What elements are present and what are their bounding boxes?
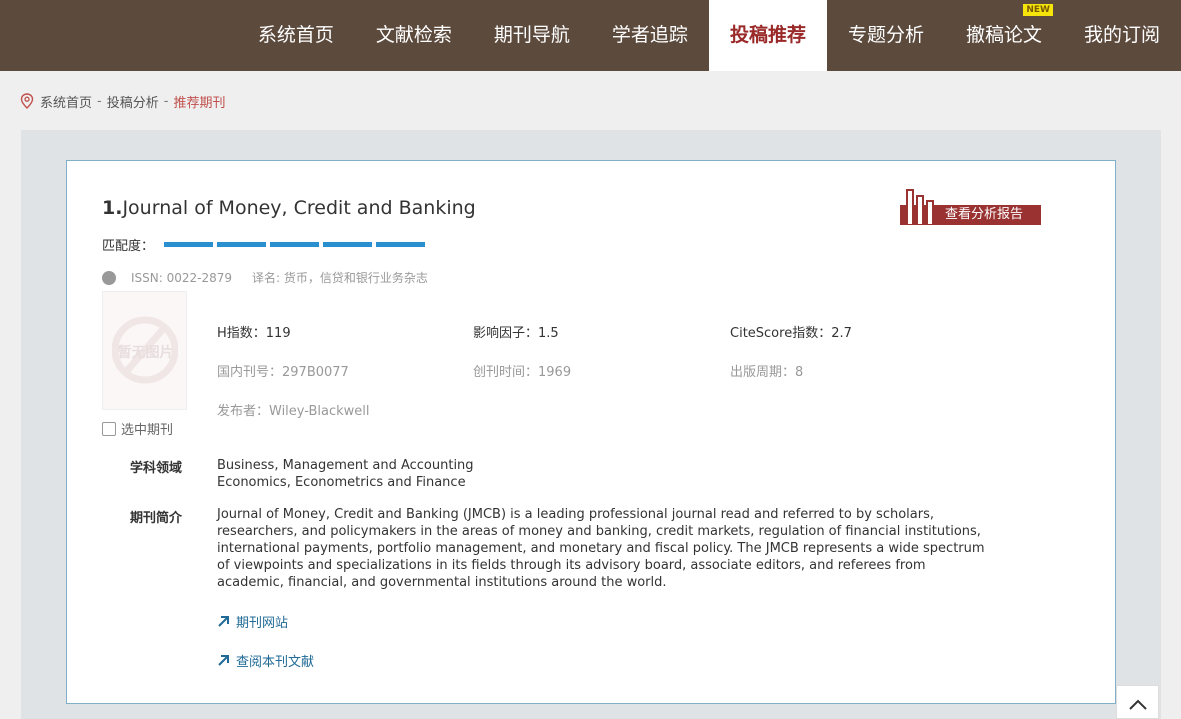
view-analysis-report-label: 查看分析报告 xyxy=(945,207,1024,222)
checkbox-icon xyxy=(102,421,116,436)
match-bar-segment xyxy=(164,242,214,247)
match-degree-bars xyxy=(164,242,429,247)
arrow-up-right-icon xyxy=(218,616,229,627)
subject-item: Business, Management and Accounting xyxy=(217,458,474,473)
translated-name: 译名: 货币，信贷和银行业务杂志 xyxy=(252,271,428,285)
nav-retracted-papers-label: 撤稿论文 xyxy=(965,24,1042,46)
subject-item: Economics, Econometrics and Finance xyxy=(217,475,466,490)
view-articles-label: 查阅本刊文献 xyxy=(236,655,315,670)
nav-journal-navigation[interactable]: 期刊导航 xyxy=(473,0,591,71)
nav-topic-analysis[interactable]: 专题分析 xyxy=(827,0,945,71)
journal-website-link[interactable]: 期刊网站 xyxy=(217,612,288,631)
chevron-up-icon xyxy=(1129,699,1147,710)
arrow-up-right-icon xyxy=(218,655,229,666)
status-dot-icon xyxy=(102,270,116,285)
citescore: CiteScore指数：2.7 xyxy=(730,326,852,341)
journal-card: 1.Journal of Money, Credit and Banking 查… xyxy=(66,160,1116,704)
breadcrumb-parent[interactable]: 投稿分析 xyxy=(107,92,159,111)
match-bar-segment xyxy=(376,242,426,247)
breadcrumb-separator: - xyxy=(97,93,102,109)
publication-period: 出版周期：8 xyxy=(730,365,804,380)
back-to-top-button[interactable] xyxy=(1116,685,1159,719)
breadcrumb-current: 推荐期刊 xyxy=(173,95,226,111)
impact-factor: 影响因子：1.5 xyxy=(473,326,559,341)
journal-name[interactable]: Journal of Money, Credit and Banking xyxy=(122,197,475,219)
journal-website-label: 期刊网站 xyxy=(236,616,289,631)
journal-intro: Journal of Money, Credit and Banking (JM… xyxy=(217,507,985,590)
journal-cover: 暂无图片 xyxy=(102,291,187,410)
match-bar-segment xyxy=(323,242,373,247)
journal-index: 1. xyxy=(102,197,123,219)
location-pin-icon xyxy=(20,93,34,109)
select-journal-checkbox[interactable]: 选中期刊 xyxy=(102,419,173,438)
issn: ISSN: 0022-2879 xyxy=(131,270,233,285)
subject-label: 学科领域 xyxy=(130,461,183,476)
founded-year: 创刊时间：1969 xyxy=(473,365,572,380)
new-badge: NEW xyxy=(1023,4,1053,16)
nav-scholar-tracking[interactable]: 学者追踪 xyxy=(591,0,709,71)
journal-title: 1.Journal of Money, Credit and Banking xyxy=(102,197,476,219)
nav-literature-search[interactable]: 文献检索 xyxy=(355,0,473,71)
nav-submission-recommend[interactable]: 投稿推荐 xyxy=(708,0,827,71)
publisher: 发布者：Wiley-Blackwell xyxy=(217,404,370,419)
h-index: H指数：119 xyxy=(217,326,291,341)
no-image-text: 暂无图片 xyxy=(117,345,174,361)
main-nav: 系统首页 文献检索 期刊导航 学者追踪 投稿推荐 专题分析 撤稿论文 NEW 我… xyxy=(237,0,1181,71)
top-nav-bar: 系统首页 文献检索 期刊导航 学者追踪 投稿推荐 专题分析 撤稿论文 NEW 我… xyxy=(0,0,1181,71)
subject-list: Business, Management and Accounting Econ… xyxy=(217,457,474,491)
bar-chart-icon xyxy=(906,189,934,225)
intro-label: 期刊简介 xyxy=(130,511,183,526)
domestic-code: 国内刊号：297B0077 xyxy=(217,365,349,380)
nav-my-subscriptions[interactable]: 我的订阅 xyxy=(1063,0,1181,71)
match-bar-segment xyxy=(217,242,267,247)
breadcrumb: 系统首页 - 投稿分析 - 推荐期刊 xyxy=(20,92,226,111)
breadcrumb-home[interactable]: 系统首页 xyxy=(40,92,92,111)
nav-home[interactable]: 系统首页 xyxy=(237,0,355,71)
nav-retracted-papers[interactable]: 撤稿论文 NEW xyxy=(945,0,1063,71)
match-degree: 匹配度： xyxy=(102,235,429,254)
view-analysis-report-button[interactable]: 查看分析报告 xyxy=(900,189,1041,225)
match-degree-label: 匹配度： xyxy=(102,239,155,254)
select-journal-label: 选中期刊 xyxy=(121,423,174,438)
content-panel: 1.Journal of Money, Credit and Banking 查… xyxy=(21,130,1161,719)
breadcrumb-separator: - xyxy=(163,93,169,109)
issn-row: ISSN: 0022-2879 译名: 货币，信贷和银行业务杂志 xyxy=(102,269,428,286)
match-bar-segment xyxy=(270,242,320,247)
view-articles-link[interactable]: 查阅本刊文献 xyxy=(217,651,314,670)
